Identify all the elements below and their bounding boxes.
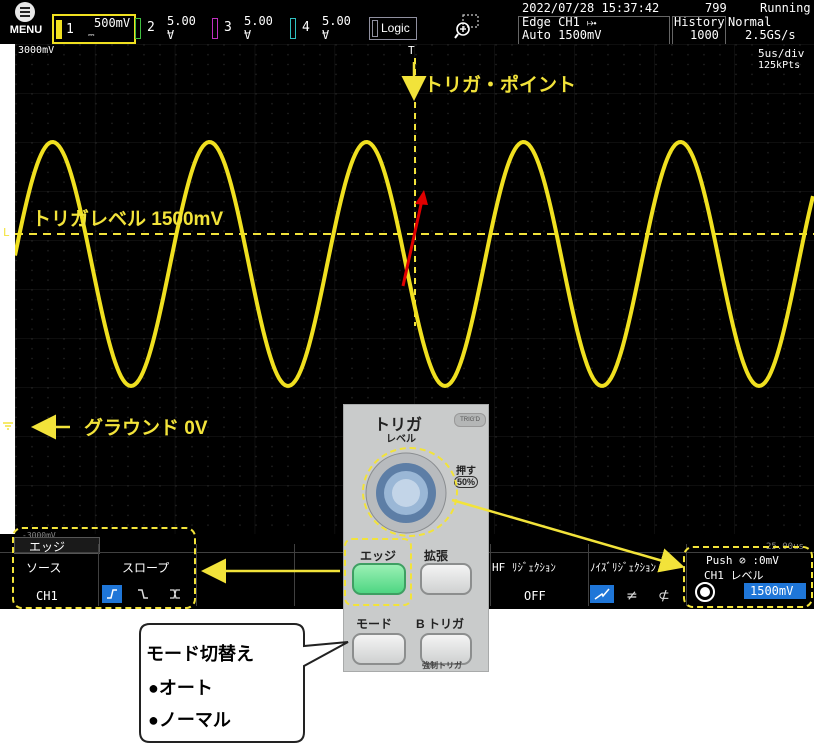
ground-annotation: グラウンド 0V	[84, 418, 208, 439]
mode-normal-label: ●ノーマル	[148, 710, 231, 730]
trigger-level-annotation: トリガレベル 1500mV	[32, 209, 224, 230]
mode-switch-title: モード切替え	[146, 644, 254, 664]
annotation-arrows	[31, 62, 685, 584]
mode-auto-label: ●オート	[148, 678, 213, 698]
trigger-point-annotation: トリガ・ポイント	[424, 75, 577, 96]
knob-to-level-arrow	[451, 498, 685, 573]
